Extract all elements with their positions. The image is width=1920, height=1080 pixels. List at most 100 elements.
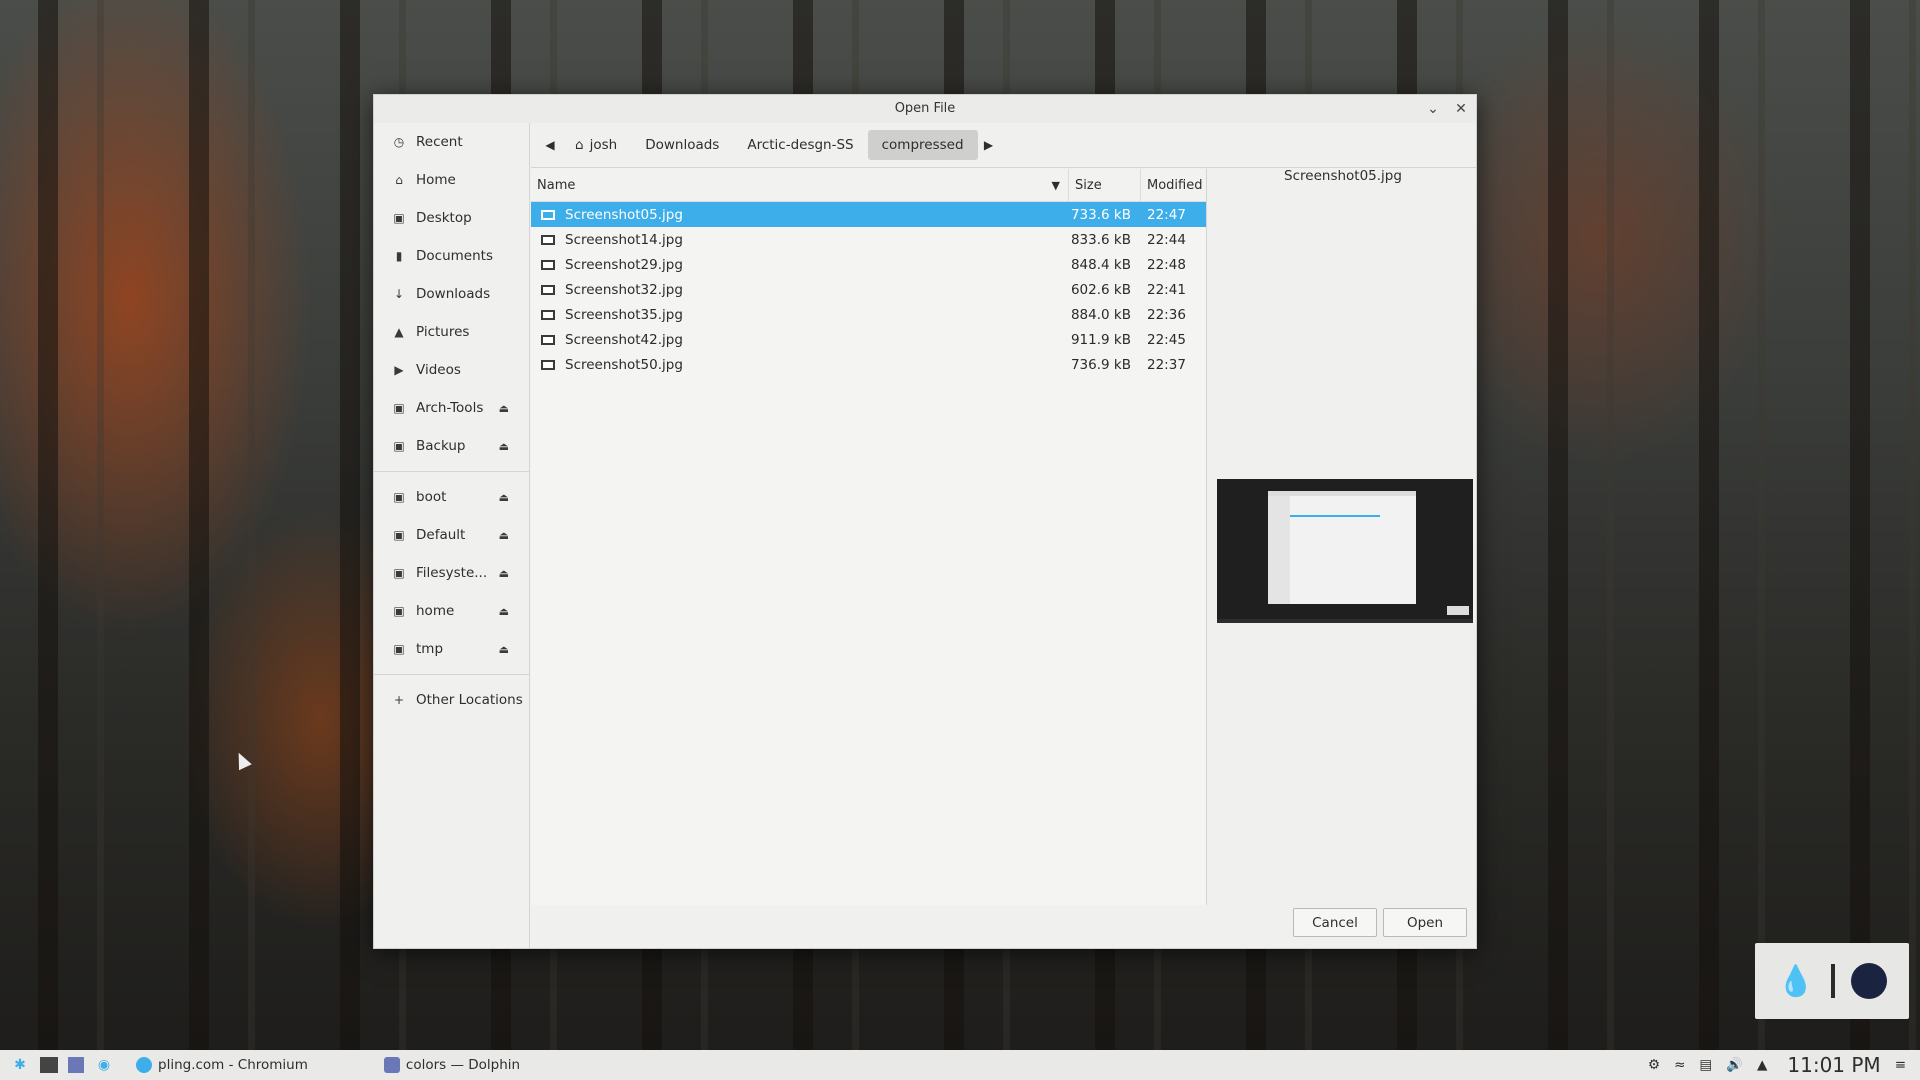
column-header-modified[interactable]: Modified xyxy=(1141,178,1202,193)
sidebar-item-label: Arch-Tools xyxy=(416,400,484,416)
browser-icon[interactable]: ◉ xyxy=(94,1055,114,1075)
drive-icon: ▣ xyxy=(393,439,405,453)
sidebar-item-tmp[interactable]: ▣ tmp ⏏ xyxy=(374,630,529,668)
image-file-icon xyxy=(541,259,555,270)
mouse-cursor-icon xyxy=(232,749,252,771)
breadcrumb-josh[interactable]: ⌂ josh xyxy=(561,130,631,160)
color-widget[interactable]: 💧 xyxy=(1755,943,1909,1019)
wifi-icon[interactable]: ≈ xyxy=(1674,1057,1685,1073)
close-icon[interactable]: ✕ xyxy=(1452,95,1470,123)
sidebar-item-label: Filesyste... xyxy=(416,565,488,581)
breadcrumb-label: josh xyxy=(589,137,618,153)
places-sidebar: ◷ Recent ⌂ Home ▣ Desktop ▮ Documents ↓ … xyxy=(374,123,530,948)
dark-circle-icon xyxy=(1850,963,1887,999)
sidebar-item-other-locations[interactable]: + Other Locations xyxy=(374,681,529,719)
eject-icon[interactable]: ⏏ xyxy=(499,440,509,453)
minimize-chevron-icon[interactable]: ⌄ xyxy=(1424,95,1442,123)
clock[interactable]: 11:01 PM xyxy=(1787,1053,1880,1077)
drive-icon: ▣ xyxy=(393,604,405,618)
file-row[interactable]: Screenshot32.jpg 602.6 kB 22:41 xyxy=(531,277,1206,302)
eject-icon[interactable]: ⏏ xyxy=(499,402,509,415)
dialog-titlebar[interactable]: Open File ⌄ ✕ xyxy=(374,95,1476,123)
sidebar-item-backup[interactable]: ▣ Backup ⏏ xyxy=(374,427,529,465)
clipboard-icon[interactable]: ▤ xyxy=(1699,1057,1712,1073)
system-tray: ⚙ ≈ ▤ 🔊 ▲ 11:01 PM ≡ xyxy=(1648,1050,1906,1080)
file-name-cell: Screenshot50.jpg xyxy=(531,357,1069,373)
task-chromium[interactable]: pling.com - Chromium xyxy=(128,1050,316,1080)
drive-icon: ▣ xyxy=(393,490,405,504)
eject-icon[interactable]: ⏏ xyxy=(499,567,509,580)
file-name-cell: Screenshot14.jpg xyxy=(531,232,1069,248)
column-header-name[interactable]: Name ▼ xyxy=(531,169,1069,201)
drive-icon: ▣ xyxy=(393,401,405,415)
drive-icon: ▣ xyxy=(393,528,405,542)
breadcrumb-arctic-desgn-ss[interactable]: Arctic-desgn-SS xyxy=(733,130,867,160)
thumbnail-sidebar-shape xyxy=(1268,496,1290,604)
sidebar-item-label: boot xyxy=(416,489,447,505)
task-dolphin[interactable]: colors — Dolphin xyxy=(376,1050,528,1080)
sidebar-item-pictures[interactable]: ▲ Pictures xyxy=(374,313,529,351)
open-button[interactable]: Open xyxy=(1383,908,1467,937)
eject-icon[interactable]: ⏏ xyxy=(499,491,509,504)
eject-icon[interactable]: ⏏ xyxy=(499,529,509,542)
settings-gear-icon[interactable]: ⚙ xyxy=(1648,1057,1660,1073)
tray-expand-arrow-icon[interactable]: ▲ xyxy=(1757,1057,1767,1073)
drop-icon: 💧 xyxy=(1777,963,1815,999)
image-file-icon xyxy=(541,284,555,295)
path-bar: ◀ ⌂ josh Downloads Arctic-desgn-SS compr… xyxy=(531,123,1476,168)
file-row[interactable]: Screenshot35.jpg 884.0 kB 22:36 xyxy=(531,302,1206,327)
task-label: pling.com - Chromium xyxy=(158,1057,308,1073)
sidebar-item-default[interactable]: ▣ Default ⏏ xyxy=(374,516,529,554)
sidebar-item-label: Recent xyxy=(416,134,463,150)
sidebar-item-documents[interactable]: ▮ Documents xyxy=(374,237,529,275)
sidebar-item-label: home xyxy=(416,603,455,619)
sidebar-item-desktop[interactable]: ▣ Desktop xyxy=(374,199,529,237)
eject-icon[interactable]: ⏏ xyxy=(499,605,509,618)
dolphin-icon xyxy=(383,1057,400,1073)
file-row[interactable]: Screenshot05.jpg 733.6 kB 22:47 xyxy=(531,202,1206,227)
file-row[interactable]: Screenshot50.jpg 736.9 kB 22:37 xyxy=(531,352,1206,377)
sidebar-item-recent[interactable]: ◷ Recent xyxy=(374,123,529,161)
column-header-size[interactable]: Size xyxy=(1069,169,1141,201)
sidebar-divider xyxy=(374,674,529,675)
file-name: Screenshot14.jpg xyxy=(565,231,683,248)
sidebar-item-boot[interactable]: ▣ boot ⏏ xyxy=(374,478,529,516)
drive-icon: ▣ xyxy=(393,642,405,656)
file-manager-icon[interactable] xyxy=(68,1057,84,1073)
sidebar-item-home-drive[interactable]: ▣ home ⏏ xyxy=(374,592,529,630)
sidebar-item-label: Home xyxy=(416,172,456,188)
picture-icon: ▲ xyxy=(394,325,404,339)
sidebar-item-label: tmp xyxy=(416,641,444,657)
path-forward-arrow-icon[interactable]: ▶ xyxy=(978,138,1000,152)
sidebar-item-label: Desktop xyxy=(416,210,472,226)
column-header-label: Name xyxy=(537,177,576,193)
eject-icon[interactable]: ⏏ xyxy=(499,643,509,656)
cancel-button[interactable]: Cancel xyxy=(1293,908,1377,937)
file-name: Screenshot32.jpg xyxy=(565,281,683,298)
plus-icon: + xyxy=(393,693,405,707)
app-launcher-icon[interactable]: ✱ xyxy=(10,1055,30,1075)
terminal-icon[interactable] xyxy=(40,1057,58,1073)
image-file-icon xyxy=(541,359,555,370)
breadcrumb-downloads[interactable]: Downloads xyxy=(631,130,733,160)
window-controls: ⌄ ✕ xyxy=(1424,95,1470,123)
file-row[interactable]: Screenshot29.jpg 848.4 kB 22:48 xyxy=(531,252,1206,277)
file-row[interactable]: Screenshot14.jpg 833.6 kB 22:44 xyxy=(531,227,1206,252)
sidebar-item-arch-tools[interactable]: ▣ Arch-Tools ⏏ xyxy=(374,389,529,427)
breadcrumb-compressed[interactable]: compressed xyxy=(867,130,978,160)
sidebar-item-filesystem[interactable]: ▣ Filesyste... ⏏ xyxy=(374,554,529,592)
path-back-arrow-icon[interactable]: ◀ xyxy=(539,138,561,152)
preview-filename: Screenshot05.jpg xyxy=(1284,168,1402,184)
volume-icon[interactable]: 🔊 xyxy=(1726,1057,1743,1073)
panel-menu-icon[interactable]: ≡ xyxy=(1895,1057,1906,1073)
taskbar: ✱ ◉ pling.com - Chromium colors — Dolphi… xyxy=(0,1050,1920,1080)
sidebar-item-videos[interactable]: ▶ Videos xyxy=(374,351,529,389)
file-name: Screenshot05.jpg xyxy=(565,206,683,223)
image-file-icon xyxy=(541,334,555,345)
chromium-icon xyxy=(136,1057,152,1073)
sidebar-item-downloads[interactable]: ↓ Downloads xyxy=(374,275,529,313)
task-label: colors — Dolphin xyxy=(405,1057,521,1073)
file-name: Screenshot42.jpg xyxy=(565,331,683,348)
sidebar-item-home[interactable]: ⌂ Home xyxy=(374,161,529,199)
file-row[interactable]: Screenshot42.jpg 911.9 kB 22:45 xyxy=(531,327,1206,352)
